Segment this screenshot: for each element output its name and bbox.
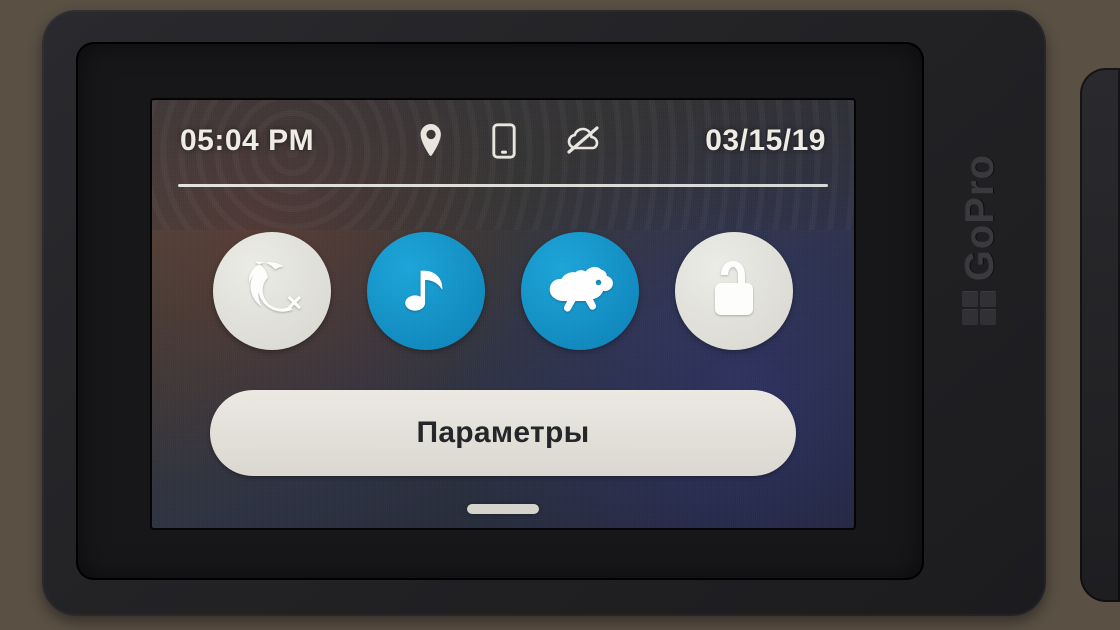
status-divider (178, 184, 828, 187)
voice-control-toggle[interactable]: × (213, 232, 331, 350)
gps-icon (417, 124, 445, 158)
brand-wordmark: GoPro (958, 154, 1003, 281)
music-note-icon (397, 260, 455, 323)
unlock-icon (707, 259, 761, 324)
status-icons (314, 123, 705, 159)
brand-squares (962, 291, 998, 325)
preferences-button[interactable]: Параметры (210, 390, 796, 476)
adjacent-device-edge (1080, 68, 1120, 602)
camera-body: GoPro 05:04 PM (42, 10, 1046, 616)
brand-area: GoPro (954, 154, 1006, 414)
quick-toggle-row: × (152, 232, 854, 350)
touchscreen[interactable]: 05:04 PM 03/15/19 (150, 98, 856, 530)
status-date: 03/15/19 (705, 124, 826, 158)
preferences-label: Параметры (416, 416, 589, 450)
phone-icon (491, 123, 517, 159)
cloud-off-icon (563, 126, 603, 156)
drag-handle[interactable] (467, 504, 539, 514)
clock-time: 05:04 PM (180, 124, 314, 158)
rabbit-icon (543, 263, 617, 320)
quikcapture-toggle[interactable] (521, 232, 639, 350)
beeps-toggle[interactable] (367, 232, 485, 350)
screen-lock-toggle[interactable] (675, 232, 793, 350)
screen-bezel: 05:04 PM 03/15/19 (76, 42, 924, 580)
svg-text:×: × (286, 287, 302, 317)
voice-mute-icon: × (239, 256, 305, 327)
status-bar: 05:04 PM 03/15/19 (152, 114, 854, 168)
